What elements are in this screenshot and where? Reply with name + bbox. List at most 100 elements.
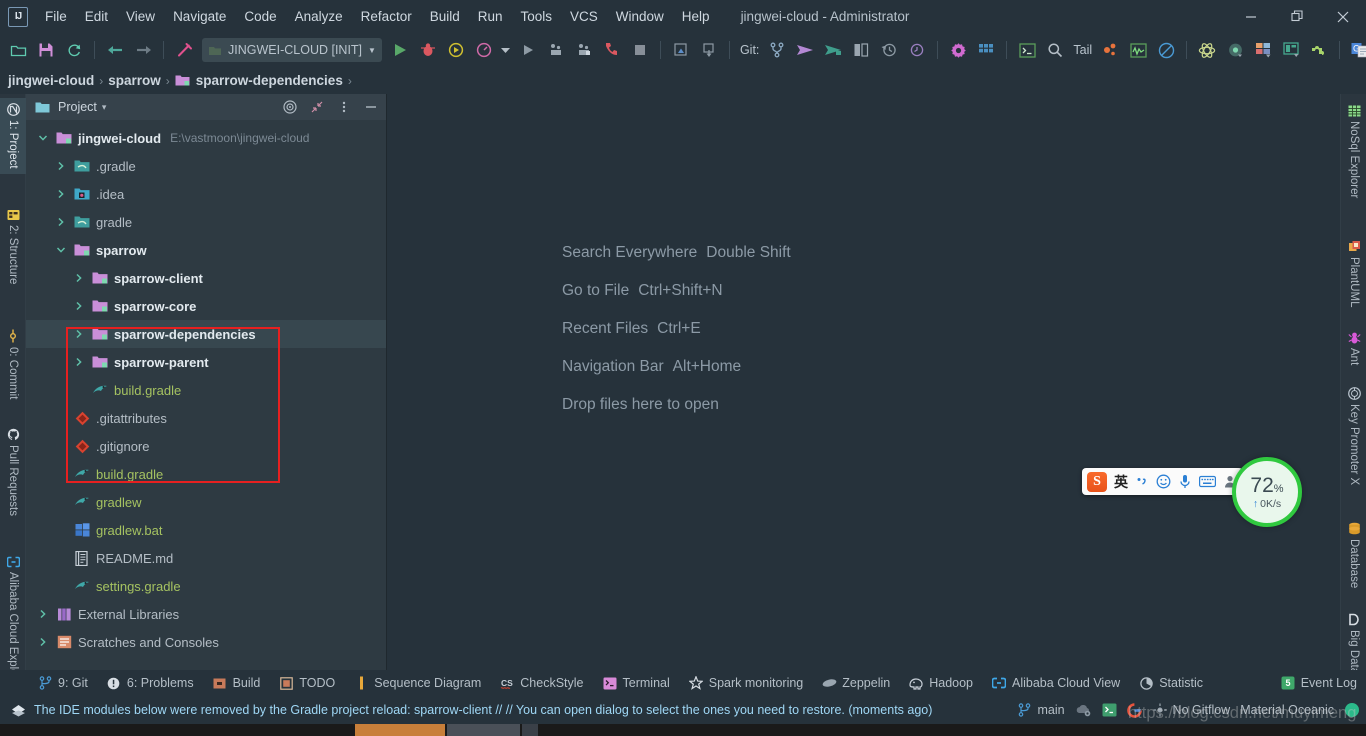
chevron-right-icon[interactable] [36, 637, 50, 647]
chevron-down-icon[interactable] [54, 245, 68, 255]
update-project-icon[interactable] [669, 38, 693, 62]
chevron-right-icon[interactable] [54, 161, 68, 171]
forward-icon[interactable] [131, 38, 155, 62]
voice-input-icon[interactable] [1178, 474, 1192, 489]
terminal-green-icon[interactable] [1102, 703, 1117, 717]
punctuation-icon[interactable] [1135, 475, 1149, 489]
breadcrumb-item-sparrow-dependencies[interactable]: sparrow-dependencies [175, 73, 343, 89]
bottom-bar-item-todo[interactable]: TODO [269, 672, 344, 694]
collapse-all-icon[interactable] [306, 96, 328, 118]
tree-node-readme-md[interactable]: README.md [26, 544, 386, 572]
maximize-restore-button[interactable] [1274, 0, 1320, 33]
circle-icon[interactable] [1223, 38, 1247, 62]
push-icon[interactable] [793, 38, 817, 62]
profiler-icon[interactable] [472, 38, 496, 62]
tree-node-gradlew[interactable]: gradlew [26, 488, 386, 516]
google-icon[interactable] [1126, 702, 1142, 718]
compare-icon[interactable] [849, 38, 873, 62]
menu-item-vcs[interactable]: VCS [561, 6, 607, 27]
menu-item-code[interactable]: Code [235, 6, 285, 27]
menu-item-edit[interactable]: Edit [76, 6, 117, 27]
right-rail-item-plantuml[interactable]: PlantUML [1341, 235, 1366, 313]
bottom-bar-item-event-log[interactable]: 5 Event Log [1271, 672, 1366, 694]
tree-node-sparrow-client[interactable]: sparrow-client [26, 264, 386, 292]
sync-icon[interactable] [62, 38, 86, 62]
menu-item-view[interactable]: View [117, 6, 164, 27]
bottom-bar-item-9-git[interactable]: 9: Git [28, 672, 97, 694]
chevron-down-icon[interactable]: ▾ [102, 102, 107, 113]
chevron-right-icon[interactable] [72, 357, 86, 367]
chevron-right-icon[interactable] [72, 273, 86, 283]
profiler-dropdown-icon[interactable] [500, 38, 512, 62]
status-gitflow[interactable]: No Gitflow [1152, 702, 1230, 718]
save-all-icon[interactable] [34, 38, 58, 62]
back-icon[interactable] [103, 38, 127, 62]
monitor-icon[interactable] [1126, 38, 1150, 62]
run-configuration-selector[interactable]: JINGWEI-CLOUD [INIT] ▼ [202, 38, 382, 62]
tree-node-gradle[interactable]: .gradle [26, 152, 386, 180]
tree-node-external-libraries[interactable]: External Libraries [26, 600, 386, 628]
attach-profiler-icon[interactable] [544, 38, 568, 62]
attach-debugger-icon[interactable] [572, 38, 596, 62]
right-rail-item-nosql-explorer[interactable]: NoSql Explorer [1341, 100, 1366, 203]
stop-call-icon[interactable] [600, 38, 624, 62]
chevron-right-icon[interactable] [72, 329, 86, 339]
taskbar-tile-active[interactable] [355, 724, 445, 736]
tree-node-gradle[interactable]: gradle [26, 208, 386, 236]
tree-node-gitattributes[interactable]: .gitattributes [26, 404, 386, 432]
bottom-bar-item-zeppelin[interactable]: Zeppelin [812, 672, 899, 694]
emoji-icon[interactable] [1156, 474, 1171, 489]
tree-node-sparrow-dependencies[interactable]: sparrow-dependencies [26, 320, 386, 348]
breadcrumb-item-project[interactable]: jingwei-cloud [8, 73, 94, 88]
commit-icon[interactable] [697, 38, 721, 62]
no-entry-icon[interactable] [1154, 38, 1178, 62]
ime-mode-label[interactable]: 英 [1114, 472, 1128, 492]
options-menu-icon[interactable] [333, 96, 355, 118]
tree-node-gitignore[interactable]: .gitignore [26, 432, 386, 460]
tail-label[interactable]: Tail [1073, 43, 1092, 57]
chevron-down-icon[interactable]: ▼ [368, 46, 376, 55]
bottom-bar-item-spark-monitoring[interactable]: Spark monitoring [679, 672, 813, 694]
close-button[interactable] [1320, 0, 1366, 33]
tree-node-sparrow[interactable]: sparrow [26, 236, 386, 264]
tree-node-idea[interactable]: .idea [26, 180, 386, 208]
run-with-coverage-icon[interactable] [444, 38, 468, 62]
tree-node-jingwei-cloud[interactable]: jingwei-cloud E:\vastmoon\jingwei-cloud [26, 124, 386, 152]
plugin-puzzle-icon[interactable] [1307, 38, 1331, 62]
right-rail-item-ant[interactable]: Ant [1341, 326, 1366, 370]
status-git-branch[interactable]: main [1016, 702, 1065, 718]
chevron-down-icon[interactable] [36, 133, 50, 143]
chevron-right-icon[interactable] [54, 217, 68, 227]
menu-item-window[interactable]: Window [607, 6, 673, 27]
chevron-right-icon[interactable] [36, 609, 50, 619]
soft-keyboard-icon[interactable] [1199, 475, 1216, 488]
tree-node-sparrow-core[interactable]: sparrow-core [26, 292, 386, 320]
menu-item-help[interactable]: Help [673, 6, 719, 27]
stop-icon[interactable] [628, 38, 652, 62]
hide-panel-icon[interactable] [360, 96, 382, 118]
menu-item-analyze[interactable]: Analyze [286, 6, 352, 27]
menu-item-navigate[interactable]: Navigate [164, 6, 235, 27]
left-rail-item-1-project[interactable]: 1: Project [0, 98, 26, 174]
grid-colors-icon[interactable] [1251, 38, 1275, 62]
history-icon[interactable] [877, 38, 901, 62]
atom-icon[interactable] [1195, 38, 1219, 62]
taskbar-tile[interactable] [447, 724, 520, 736]
taskbar-tile[interactable] [522, 724, 538, 736]
bottom-bar-item-alibaba-cloud-view[interactable]: Alibaba Cloud View [982, 672, 1129, 694]
select-opened-file-icon[interactable] [279, 96, 301, 118]
run-icon[interactable] [388, 38, 412, 62]
run-anything-icon[interactable] [516, 38, 540, 62]
left-rail-item-2-structure[interactable]: 2: Structure [0, 204, 26, 289]
bottom-bar-item-hadoop[interactable]: Hadoop [899, 672, 982, 694]
sogou-ime-toolbar[interactable]: S 英 [1082, 468, 1243, 495]
sogou-logo-icon[interactable]: S [1087, 471, 1107, 492]
bottom-bar-item-sequence-diagram[interactable]: Sequence Diagram [344, 672, 490, 694]
search-icon[interactable] [1043, 38, 1067, 62]
left-rail-item-pull-requests[interactable]: Pull Requests [0, 423, 26, 521]
menu-item-tools[interactable]: Tools [512, 6, 562, 27]
rollback-icon[interactable] [905, 38, 929, 62]
bottom-bar-item-6-problems[interactable]: 6: Problems [97, 672, 203, 694]
status-theme[interactable]: Material Oceanic [1240, 703, 1334, 717]
bottom-bar-item-statistic[interactable]: Statistic [1129, 672, 1212, 694]
